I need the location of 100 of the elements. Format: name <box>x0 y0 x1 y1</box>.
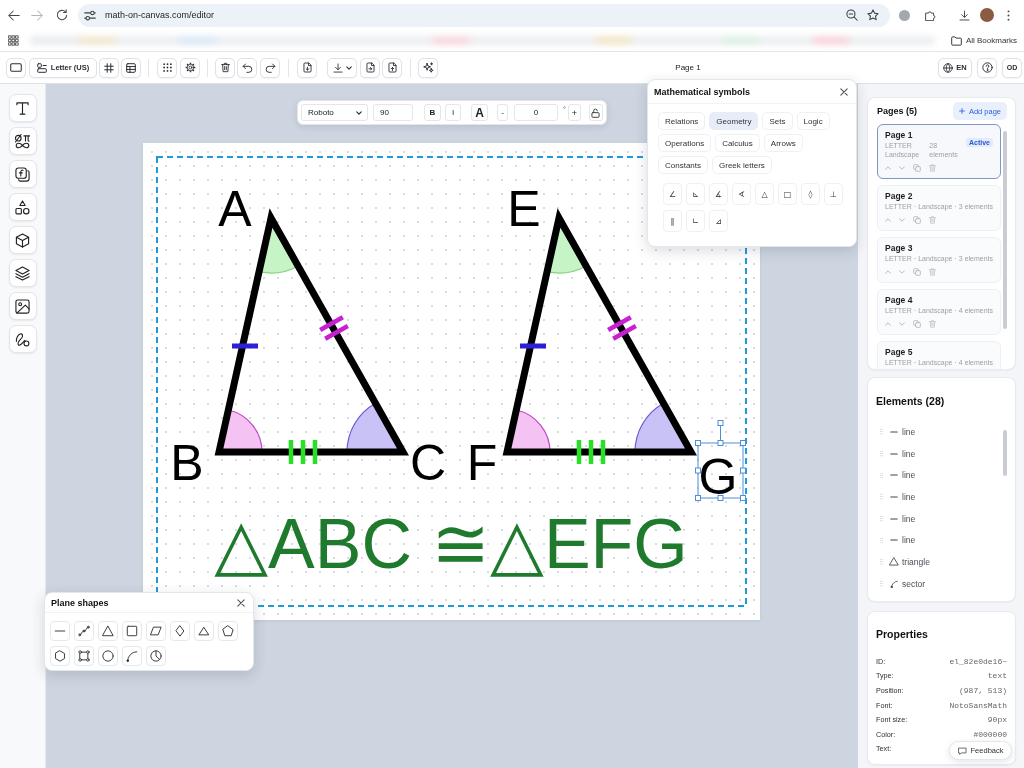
solids-button[interactable] <box>8 226 37 254</box>
layers-button[interactable] <box>8 259 37 287</box>
grid-button[interactable] <box>99 57 119 78</box>
category-tab[interactable]: Arrows <box>763 134 803 152</box>
symbol-button[interactable]: ∡ <box>709 183 728 205</box>
increase-button[interactable]: + <box>567 104 581 121</box>
element-item[interactable]: line <box>876 442 1003 465</box>
puzzle-icon[interactable] <box>925 9 936 21</box>
symbol-button[interactable]: ⊥ <box>824 183 843 205</box>
shape-button[interactable] <box>74 646 94 666</box>
close-button[interactable] <box>840 87 848 96</box>
shape-button[interactable] <box>98 621 118 641</box>
scrollbar-thumb[interactable] <box>1003 430 1007 476</box>
symbol-button[interactable]: △ <box>755 183 774 205</box>
category-tab[interactable]: Relations <box>658 112 706 130</box>
symbol-button[interactable]: ∟ <box>686 210 705 232</box>
redo-button[interactable] <box>260 57 280 78</box>
element-item[interactable]: line <box>876 486 1003 508</box>
reload-button[interactable] <box>56 9 68 21</box>
download-button[interactable] <box>327 57 357 78</box>
help-button[interactable] <box>977 57 997 78</box>
address-bar[interactable]: math-on-canvas.com/editor <box>78 3 890 27</box>
shapes-button[interactable] <box>8 193 37 221</box>
shape-button[interactable] <box>194 621 214 641</box>
category-tab[interactable]: Operations <box>658 134 712 152</box>
function-icon <box>15 166 30 182</box>
italic-button[interactable]: I <box>445 104 461 121</box>
menu-icon[interactable] <box>1007 9 1010 21</box>
undo-button[interactable] <box>237 57 257 78</box>
property-value: NotoSansMath <box>949 700 1007 710</box>
shape-button[interactable] <box>98 646 118 666</box>
shape-button[interactable] <box>146 621 166 641</box>
line-icon <box>889 517 898 520</box>
element-item[interactable]: sector <box>876 572 1003 595</box>
import-button[interactable] <box>360 57 380 78</box>
shape-button[interactable] <box>50 646 70 666</box>
element-item[interactable]: line <box>876 464 1003 487</box>
shape-button[interactable] <box>122 621 142 641</box>
category-tab[interactable]: Logic <box>796 112 830 130</box>
site-settings-icon[interactable] <box>84 9 96 21</box>
upload-button[interactable] <box>382 57 402 78</box>
font-size-field[interactable]: 90 <box>373 104 413 121</box>
category-tab[interactable]: Geometry <box>709 112 759 130</box>
profile-avatar[interactable] <box>980 8 994 22</box>
symbol-button[interactable]: ∥ <box>663 210 682 232</box>
element-item[interactable]: triangle <box>876 551 1003 573</box>
category-tab[interactable]: Calculus <box>715 134 760 152</box>
category-tab[interactable]: Sets <box>762 112 793 130</box>
image-button[interactable] <box>8 292 37 320</box>
shape-button[interactable] <box>74 621 94 641</box>
rotation-field[interactable]: 0 <box>514 104 558 121</box>
text-tool-button[interactable] <box>8 94 37 122</box>
table-button[interactable] <box>121 57 141 78</box>
text-color-button[interactable]: A <box>471 104 488 121</box>
page-button[interactable] <box>6 57 26 78</box>
symbol-button[interactable]: ⊾ <box>686 183 705 205</box>
close-button[interactable] <box>237 598 245 607</box>
shape-button[interactable] <box>218 621 238 641</box>
node-square-icon <box>78 650 90 662</box>
export-button[interactable] <box>297 57 317 78</box>
symbol-button[interactable]: ∠ <box>663 183 682 205</box>
category-tab[interactable]: Greek letters <box>712 156 772 174</box>
zoom-icon[interactable] <box>846 9 858 21</box>
delete-button[interactable] <box>215 57 235 78</box>
lock-button[interactable] <box>588 104 603 121</box>
back-arrow-icon <box>8 9 20 21</box>
property-value: 90px <box>987 715 1007 725</box>
symbols-button[interactable] <box>8 127 37 155</box>
shape-button[interactable] <box>146 646 166 666</box>
triple-tick-mark <box>576 440 606 464</box>
decrease-button[interactable]: - <box>497 104 508 121</box>
plus-icon <box>958 108 965 114</box>
function-button[interactable] <box>8 160 37 188</box>
bold-button[interactable]: B <box>424 104 441 121</box>
dots-button[interactable] <box>157 57 177 78</box>
chevron-down-icon <box>356 110 362 115</box>
element-item[interactable]: line <box>876 507 1003 530</box>
page-title: Page 1 <box>675 63 701 72</box>
pie-icon <box>150 650 162 662</box>
element-item[interactable]: line <box>876 421 1003 443</box>
symbol-button[interactable]: ⊿ <box>709 210 728 232</box>
shape-button[interactable] <box>122 646 142 666</box>
vertex-label: C <box>409 435 447 491</box>
element-item[interactable]: line <box>876 529 1003 552</box>
page-name: Page 5 <box>885 346 914 358</box>
settings-button[interactable] <box>180 57 200 78</box>
magic-button[interactable] <box>418 57 438 78</box>
symbol-button[interactable]: ◊ <box>801 183 820 205</box>
apps-icon[interactable] <box>8 35 19 46</box>
all-bookmarks-button[interactable]: All Bookmarks <box>950 35 1017 46</box>
draw-button[interactable] <box>8 325 37 353</box>
symbol-button[interactable]: ∢ <box>732 183 751 205</box>
back-button[interactable] <box>8 9 20 21</box>
category-tab[interactable]: Constants <box>658 156 709 174</box>
shape-button[interactable] <box>170 621 190 641</box>
font-select[interactable]: Roboto <box>301 104 368 121</box>
symbol-button[interactable]: □ <box>778 183 797 205</box>
download-icon[interactable] <box>959 9 970 21</box>
bookmark-star-icon[interactable] <box>867 9 879 21</box>
scrollbar-thumb[interactable] <box>1003 131 1007 329</box>
